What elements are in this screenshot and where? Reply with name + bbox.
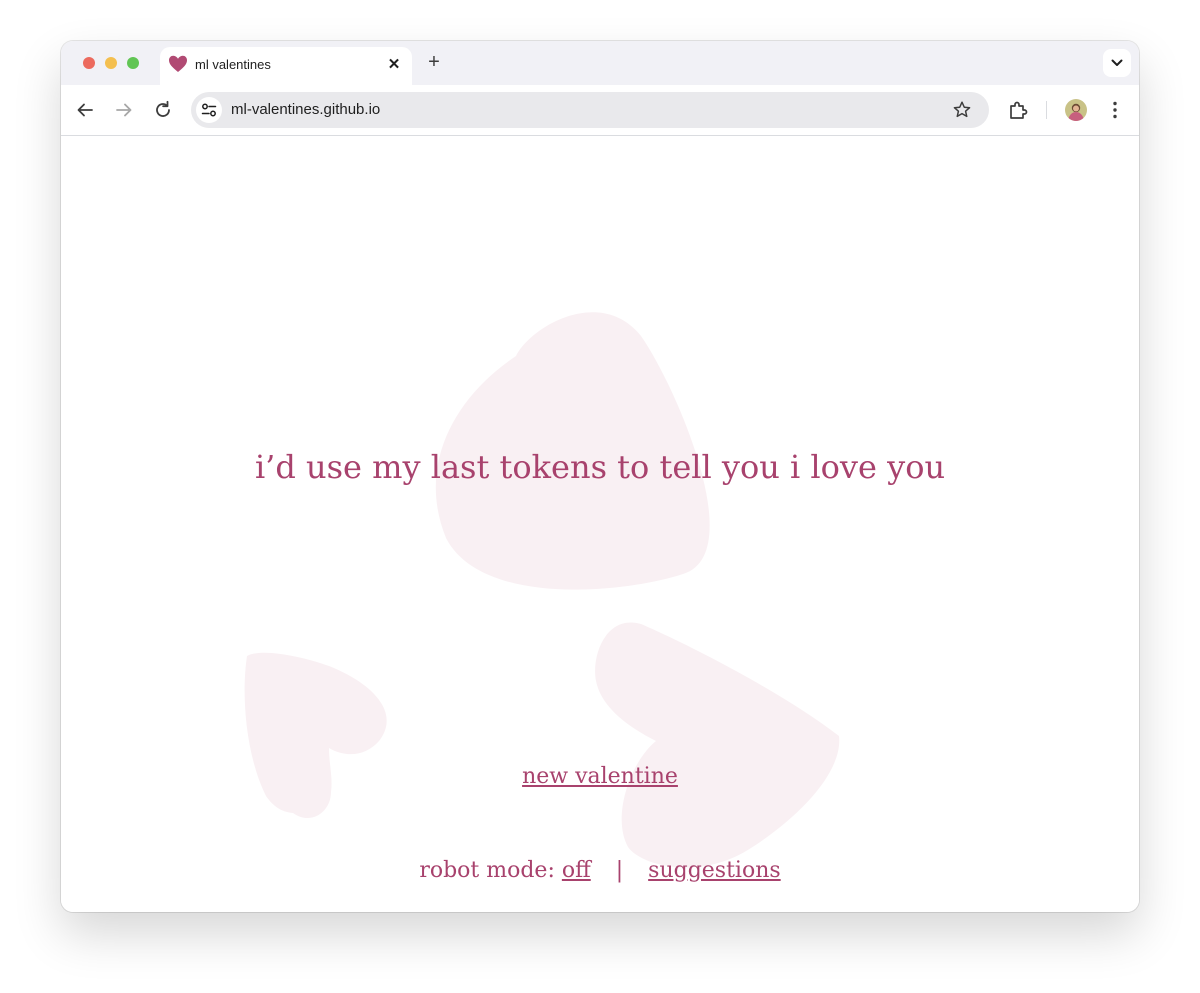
footer-controls: robot mode: off | suggestions (61, 858, 1139, 883)
background-hearts (244, 312, 840, 868)
profile-picture-icon (1065, 99, 1087, 121)
extensions-puzzle-icon[interactable] (1006, 98, 1030, 122)
toolbar-divider (1046, 101, 1047, 119)
close-window-button[interactable] (83, 57, 95, 69)
minimize-window-button[interactable] (105, 57, 117, 69)
robot-mode-toggle-link[interactable]: off (562, 858, 591, 883)
tab-ml-valentines[interactable]: ml valentines ✕ (160, 47, 412, 85)
zoom-window-button[interactable] (127, 57, 139, 69)
browser-toolbar: ml-valentines.github.io (61, 85, 1139, 136)
new-valentine-link[interactable]: new valentine (522, 764, 678, 789)
heart-favicon-icon (169, 55, 187, 72)
address-bar[interactable]: ml-valentines.github.io (191, 92, 989, 128)
right-heart-shape (595, 622, 840, 868)
site-info-button[interactable] (196, 97, 222, 123)
reload-icon[interactable] (151, 98, 175, 122)
page-content: i’d use my last tokens to tell you i lov… (61, 136, 1139, 912)
small-heart-shape (244, 652, 387, 819)
tab-strip: ml valentines ✕ + (61, 41, 1139, 85)
valentine-message: i’d use my last tokens to tell you i lov… (254, 448, 946, 486)
new-tab-button[interactable]: + (423, 51, 445, 73)
kebab-menu-icon[interactable] (1103, 98, 1127, 122)
tab-search-button[interactable] (1103, 49, 1131, 77)
bookmark-star-icon[interactable] (951, 99, 973, 121)
tab-title: ml valentines (195, 57, 271, 72)
robot-mode-label: robot mode: (419, 858, 555, 883)
forward-arrow-icon[interactable] (112, 98, 136, 122)
tab-close-icon[interactable]: ✕ (384, 55, 404, 75)
chevron-down-icon (1111, 59, 1123, 66)
new-valentine-container: new valentine (61, 764, 1139, 789)
profile-avatar[interactable] (1065, 99, 1087, 121)
footer-separator: | (615, 858, 624, 883)
browser-window: ml valentines ✕ + ml-valentines.github.i… (61, 41, 1139, 912)
suggestions-link[interactable]: suggestions (648, 858, 781, 883)
url-text[interactable]: ml-valentines.github.io (231, 101, 380, 118)
tune-icon (201, 103, 217, 117)
back-arrow-icon[interactable] (73, 98, 97, 122)
